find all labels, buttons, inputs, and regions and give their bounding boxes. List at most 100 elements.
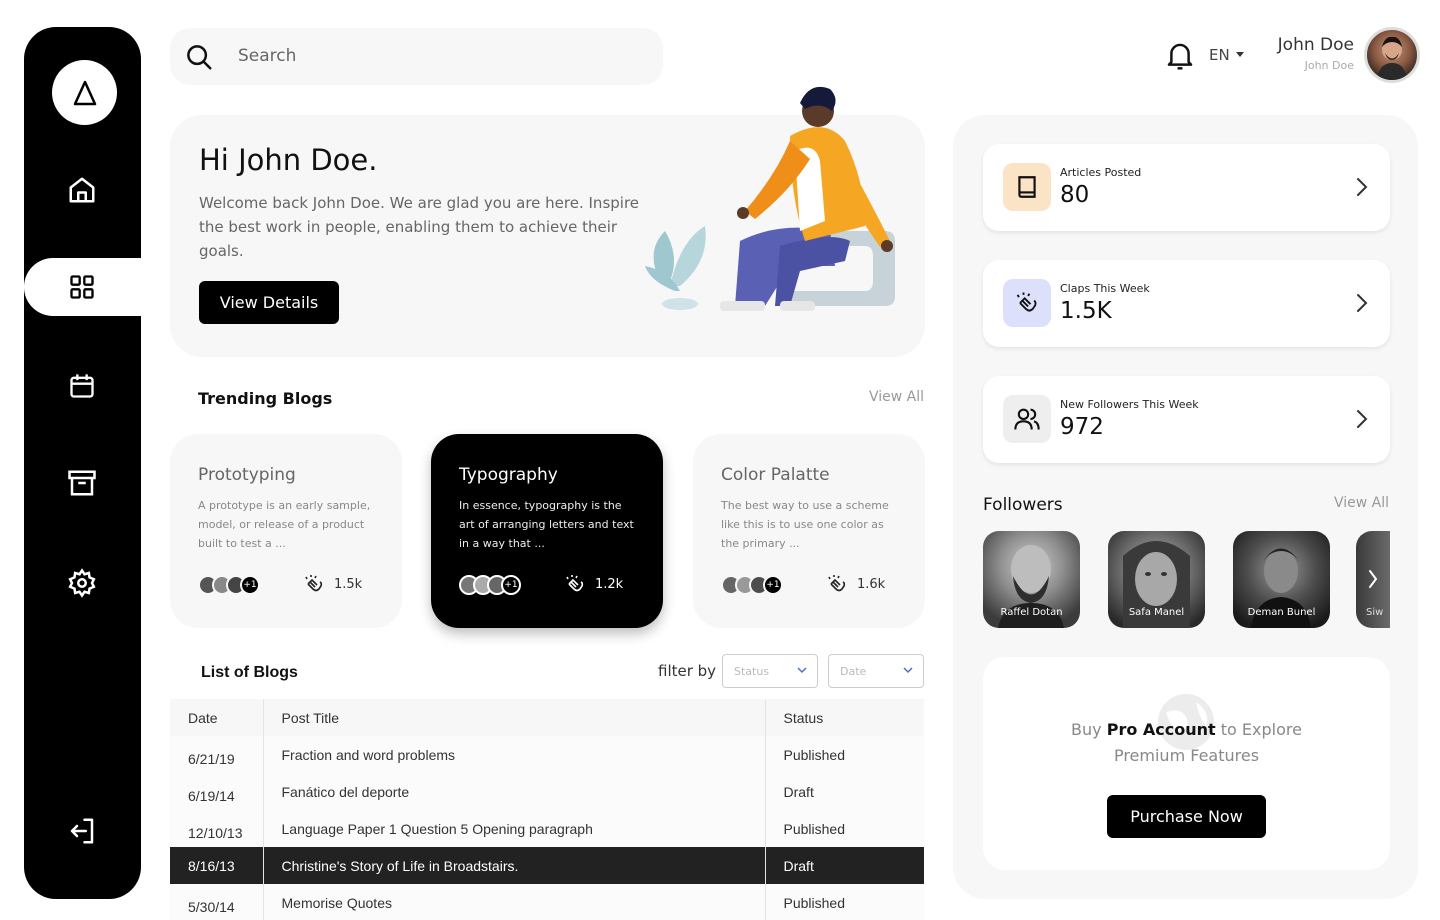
date-filter-select[interactable]: Date (828, 654, 924, 688)
nav-archive[interactable] (58, 459, 106, 507)
date-filter-value: Date (840, 665, 867, 678)
column-header-title[interactable]: Post Title (262, 699, 765, 736)
table-header-row: Date Post Title Status (170, 699, 924, 736)
clap-count: 1.5k (302, 572, 362, 596)
clap-count-value: 1.6k (857, 576, 886, 592)
user-subtitle: John Doe (1304, 59, 1354, 72)
clap-icon (828, 575, 846, 592)
chevron-right-icon[interactable] (1356, 409, 1368, 429)
nav-dashboard[interactable] (24, 258, 141, 316)
blog-card[interactable]: Prototyping A prototype is an early samp… (170, 434, 402, 628)
nav-settings[interactable] (58, 559, 106, 607)
followers-view-all-link[interactable]: View All (1334, 495, 1389, 511)
stat-card-followers[interactable]: New Followers This Week 972 (983, 376, 1390, 463)
follower-card[interactable]: Deman Bunel (1233, 531, 1330, 628)
avatar-more-count: +1 (763, 575, 783, 595)
clap-count-value: 1.2k (595, 576, 624, 592)
sidebar (24, 27, 141, 899)
row-title: Christine's Story of Life in Broadstairs… (262, 847, 765, 884)
follower-name: Siw (1366, 607, 1384, 618)
blog-card-title: Prototyping (198, 465, 296, 485)
table-row[interactable]: 6/19/14 Fanático del deporte Draft (170, 773, 924, 810)
nav-home[interactable] (58, 166, 106, 214)
clap-icon (305, 575, 323, 592)
app-logo[interactable] (52, 60, 117, 125)
filter-label: filter by (658, 662, 717, 680)
promo-text: Buy Pro Account to Explore Premium Featu… (983, 717, 1390, 769)
follower-name: Safa Manel (1128, 607, 1185, 618)
blog-card-text: A prototype is an early sample, model, o… (198, 499, 371, 550)
blog-card-selected[interactable]: Typography In essence, typography is the… (431, 434, 663, 628)
list-title: List of Blogs (201, 664, 298, 681)
status-filter-select[interactable]: Status (722, 654, 818, 688)
follower-card-partial[interactable]: Siw (1356, 531, 1390, 628)
chevron-down-icon (797, 667, 807, 674)
promo-text-3: Premium Features (1113, 746, 1260, 765)
nav-calendar[interactable] (58, 362, 106, 410)
blog-card[interactable]: Color Palatte The best way to use a sche… (693, 434, 925, 628)
user-avatar[interactable] (1364, 27, 1420, 83)
bell-icon[interactable] (1165, 40, 1195, 72)
language-label: EN (1209, 46, 1230, 64)
clap-count: 1.6k (825, 572, 885, 596)
stat-card-articles[interactable]: Articles Posted 80 (983, 144, 1390, 231)
table-row[interactable]: 12/10/13 Language Paper 1 Question 5 Ope… (170, 810, 924, 847)
promo-text-bold: Pro Account (1106, 720, 1216, 739)
followers-list: Raffel Dotan Safa Manel Deman Bunel (983, 531, 1330, 628)
stat-icon-box (1003, 395, 1051, 443)
row-title: Memorise Quotes (262, 884, 765, 920)
column-header-date[interactable]: Date (170, 699, 263, 736)
follower-card[interactable]: Safa Manel (1108, 531, 1205, 628)
blog-card-text: The best way to use a scheme like this i… (721, 499, 889, 550)
row-date: 12/10/13 (170, 810, 263, 847)
row-date: 6/19/14 (170, 773, 263, 810)
gear-icon (68, 568, 96, 598)
chevron-right-icon[interactable] (1356, 293, 1368, 313)
stat-label: Claps This Week (1060, 282, 1150, 295)
stat-label: Articles Posted (1060, 166, 1142, 179)
nav-logout[interactable] (58, 807, 106, 855)
trending-view-all-link[interactable]: View All (869, 389, 924, 405)
reader-avatars: +1 (721, 575, 783, 595)
grid-icon (70, 275, 94, 299)
search-icon[interactable] (184, 42, 214, 72)
follower-card[interactable]: Raffel Dotan (983, 531, 1080, 628)
search-input[interactable] (238, 40, 638, 72)
chevron-right-icon[interactable] (1356, 177, 1368, 197)
avatar-more-count: +1 (501, 575, 521, 595)
row-status: Draft (764, 847, 924, 884)
avatar-more-count: +1 (240, 575, 260, 595)
blog-card-title: Color Palatte (721, 465, 830, 485)
blogs-table: Date Post Title Status 6/21/19 Fraction … (170, 699, 924, 920)
stat-card-claps[interactable]: Claps This Week 1.5K (983, 260, 1390, 347)
status-filter-value: Status (734, 665, 770, 678)
row-status: Published (764, 810, 924, 847)
users-icon (1014, 408, 1040, 430)
view-details-button[interactable]: View Details (199, 281, 339, 324)
column-header-status[interactable]: Status (764, 699, 924, 736)
stat-icon-box (1003, 163, 1051, 211)
triangle-logo-icon (73, 80, 96, 105)
caret-down-icon (1235, 52, 1244, 57)
avatar-image (1377, 36, 1407, 80)
followers-title: Followers (983, 495, 1063, 515)
stat-icon-box (1003, 279, 1051, 327)
reader-avatars: +1 (198, 575, 260, 595)
row-status: Published (764, 884, 924, 920)
promo-text-1: Buy (1071, 720, 1107, 739)
row-title: Fanático del deporte (262, 773, 765, 810)
purchase-now-button[interactable]: Purchase Now (1107, 795, 1266, 838)
table-row[interactable]: 6/21/19 Fraction and word problems Publi… (170, 736, 924, 773)
clap-count: 1.2k (563, 572, 623, 596)
table-row[interactable]: 5/30/14 Memorise Quotes Published (170, 884, 924, 920)
clap-icon (566, 575, 584, 592)
promo-text-2: to Explore (1215, 720, 1302, 739)
language-selector[interactable]: EN (1209, 46, 1244, 64)
follower-name: Deman Bunel (1247, 607, 1316, 618)
stat-value: 80 (1060, 182, 1090, 208)
row-status: Published (764, 736, 924, 773)
stat-value: 1.5K (1060, 298, 1112, 324)
row-title: Language Paper 1 Question 5 Opening para… (262, 810, 765, 847)
row-title: Fraction and word problems (262, 736, 765, 773)
table-row-selected[interactable]: 8/16/13 Christine's Story of Life in Bro… (170, 847, 924, 884)
